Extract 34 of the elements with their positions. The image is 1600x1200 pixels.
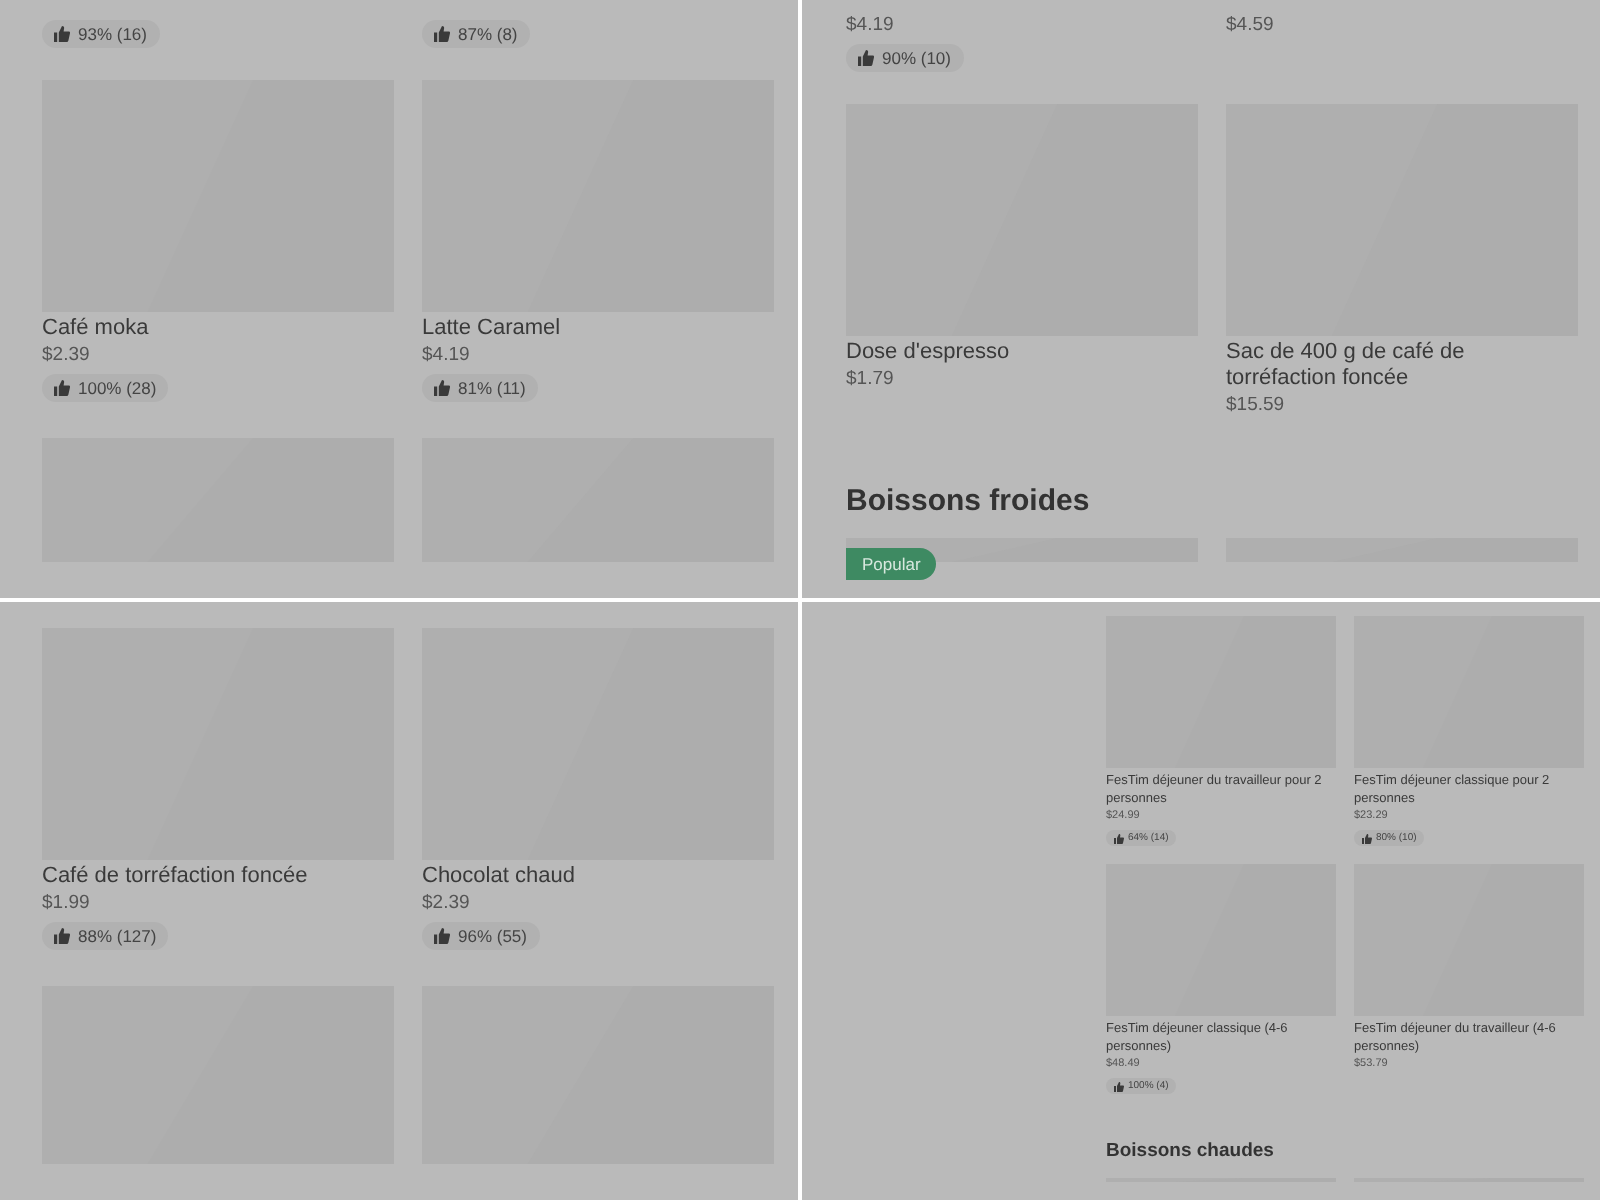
thumbs-up-icon: [858, 50, 874, 66]
thumbs-up-icon: [1114, 1081, 1124, 1091]
thumbs-up-icon: [54, 928, 70, 944]
rating-pill: 90% (10): [846, 44, 963, 72]
rating-pill: 96% (55): [422, 922, 539, 950]
section-heading: Boissons froides: [846, 484, 1092, 518]
popular-badge: Popular: [846, 548, 937, 580]
thumbs-up-icon: [54, 26, 70, 42]
thumbs-up-icon: [434, 26, 450, 42]
item-name: Café de torréfaction foncée: [42, 864, 308, 890]
thumbs-up-icon: [1362, 833, 1372, 843]
item-price: $2.39: [422, 890, 470, 918]
item-price: $4.59: [1226, 12, 1274, 40]
thumbs-up-icon: [434, 928, 450, 944]
item-price: $2.39: [42, 342, 90, 370]
section-heading: Boissons chaudes: [1106, 1140, 1276, 1162]
rating-pill: 88% (127): [42, 922, 169, 950]
item-name: Café moka: [42, 316, 149, 342]
rating-pill: 81% (11): [422, 374, 538, 402]
thumbs-up-icon: [1114, 833, 1124, 843]
item-price: $15.59: [1226, 392, 1285, 420]
item-price: $1.99: [42, 890, 90, 918]
item-name: Latte Caramel: [422, 316, 561, 342]
rating-pill: 100% (28): [42, 374, 169, 402]
thumbs-up-icon: [54, 380, 70, 396]
thumbs-up-icon: [434, 380, 450, 396]
item-price: $4.19: [846, 12, 894, 40]
item-name: Sac de 400 g de café de torréfaction foncée: [1226, 340, 1467, 392]
item-price: $4.19: [422, 342, 470, 370]
item-price: $1.79: [846, 366, 894, 394]
item-name: Chocolat chaud: [422, 864, 575, 890]
rating-pill: 87% (8): [422, 20, 530, 48]
item-name: Dose d'espresso: [846, 340, 1010, 366]
rating-pill: 93% (16): [42, 20, 159, 48]
